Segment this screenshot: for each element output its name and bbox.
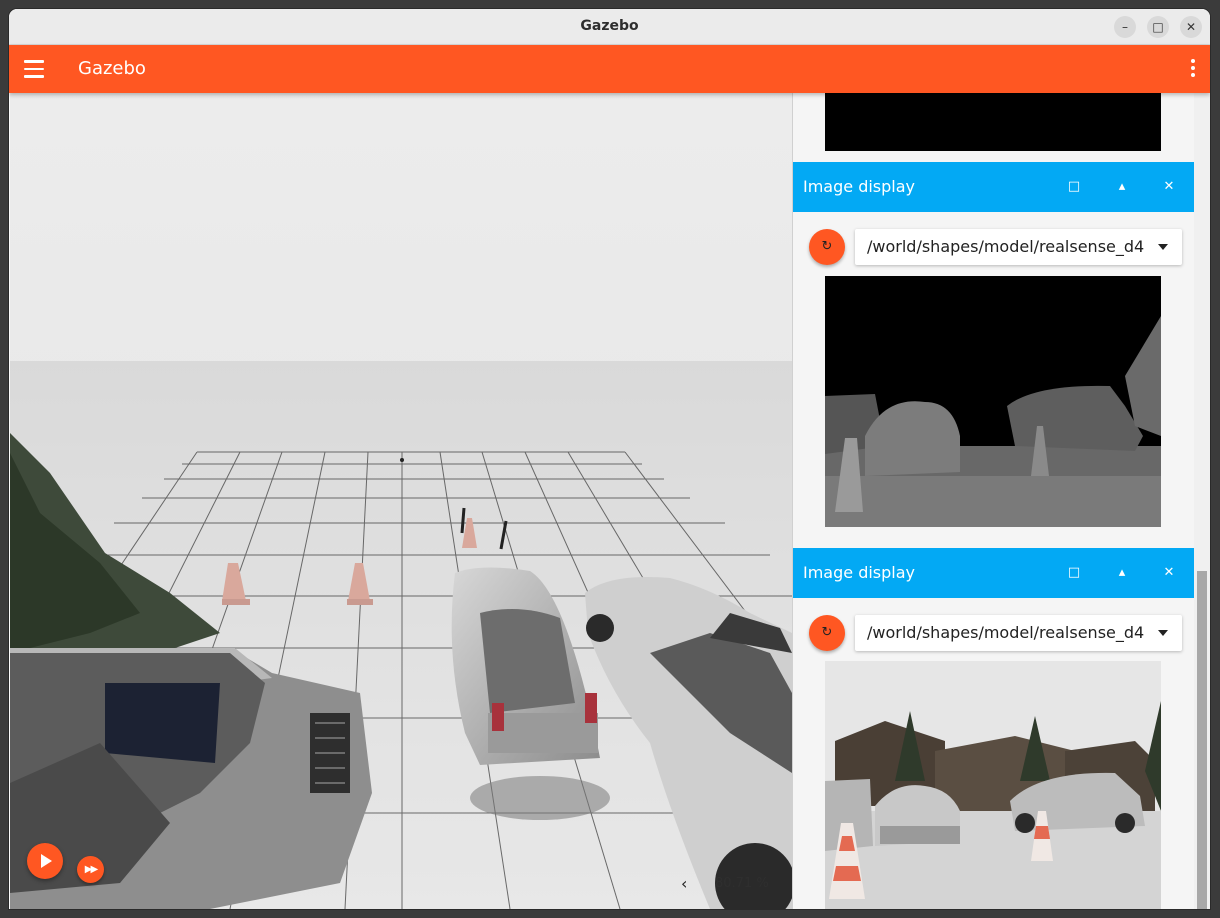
color-image bbox=[825, 661, 1161, 909]
minimize-icon[interactable]: – bbox=[1114, 16, 1136, 38]
window-title: Gazebo bbox=[580, 18, 639, 34]
plugin-title: Image display bbox=[803, 563, 916, 582]
close-icon[interactable]: ✕ bbox=[1158, 176, 1180, 198]
image-display-header-2[interactable]: Image display □ ▴ ✕ bbox=[793, 548, 1195, 598]
undock-icon[interactable]: □ bbox=[1063, 176, 1085, 198]
topic-value: /world/shapes/model/realsense_d4 bbox=[867, 237, 1145, 256]
app-title: Gazebo bbox=[78, 58, 146, 79]
close-icon[interactable]: ✕ bbox=[1158, 562, 1180, 584]
maximize-icon[interactable]: □ bbox=[1147, 16, 1169, 38]
chevron-down-icon bbox=[1158, 630, 1168, 636]
refresh-button[interactable]: ↻ bbox=[809, 615, 845, 651]
real-time-factor: 80.71 % bbox=[715, 876, 769, 891]
panel-scrollbar[interactable] bbox=[1194, 93, 1210, 909]
fast-forward-button[interactable]: ▶▶ bbox=[77, 856, 104, 883]
play-button[interactable] bbox=[27, 843, 63, 879]
collapse-icon[interactable]: ▴ bbox=[1111, 176, 1133, 198]
gazebo-window: Gazebo – □ ✕ Gazebo ▶▶ ‹ 80.71 % Image d… bbox=[9, 9, 1210, 909]
undock-icon[interactable]: □ bbox=[1063, 562, 1085, 584]
refresh-button[interactable]: ↻ bbox=[809, 229, 845, 265]
plugin-title: Image display bbox=[803, 177, 916, 196]
app-toolbar: Gazebo bbox=[9, 45, 1210, 93]
image-display-previous bbox=[825, 93, 1161, 151]
close-icon[interactable]: ✕ bbox=[1180, 16, 1202, 38]
topic-value: /world/shapes/model/realsense_d4 bbox=[867, 623, 1145, 642]
window-titlebar[interactable]: Gazebo – □ ✕ bbox=[9, 9, 1210, 45]
stats-expand-icon[interactable]: ‹ bbox=[681, 874, 687, 893]
scene-render bbox=[10, 93, 792, 909]
depth-image bbox=[825, 276, 1161, 527]
image-display-header-1[interactable]: Image display □ ▴ ✕ bbox=[793, 162, 1195, 212]
topic-dropdown[interactable]: /world/shapes/model/realsense_d4 bbox=[855, 615, 1182, 651]
scrollbar-thumb[interactable] bbox=[1197, 571, 1207, 909]
kebab-menu-icon[interactable] bbox=[1190, 59, 1196, 79]
hamburger-menu-icon[interactable] bbox=[24, 60, 44, 78]
collapse-icon[interactable]: ▴ bbox=[1111, 562, 1133, 584]
chevron-down-icon bbox=[1158, 244, 1168, 250]
topic-dropdown[interactable]: /world/shapes/model/realsense_d4 bbox=[855, 229, 1182, 265]
plugin-panel[interactable]: Image display □ ▴ ✕ ↻ /world/shapes/mode… bbox=[792, 93, 1195, 909]
scene-3d-viewport[interactable]: ▶▶ ‹ 80.71 % bbox=[10, 93, 792, 909]
